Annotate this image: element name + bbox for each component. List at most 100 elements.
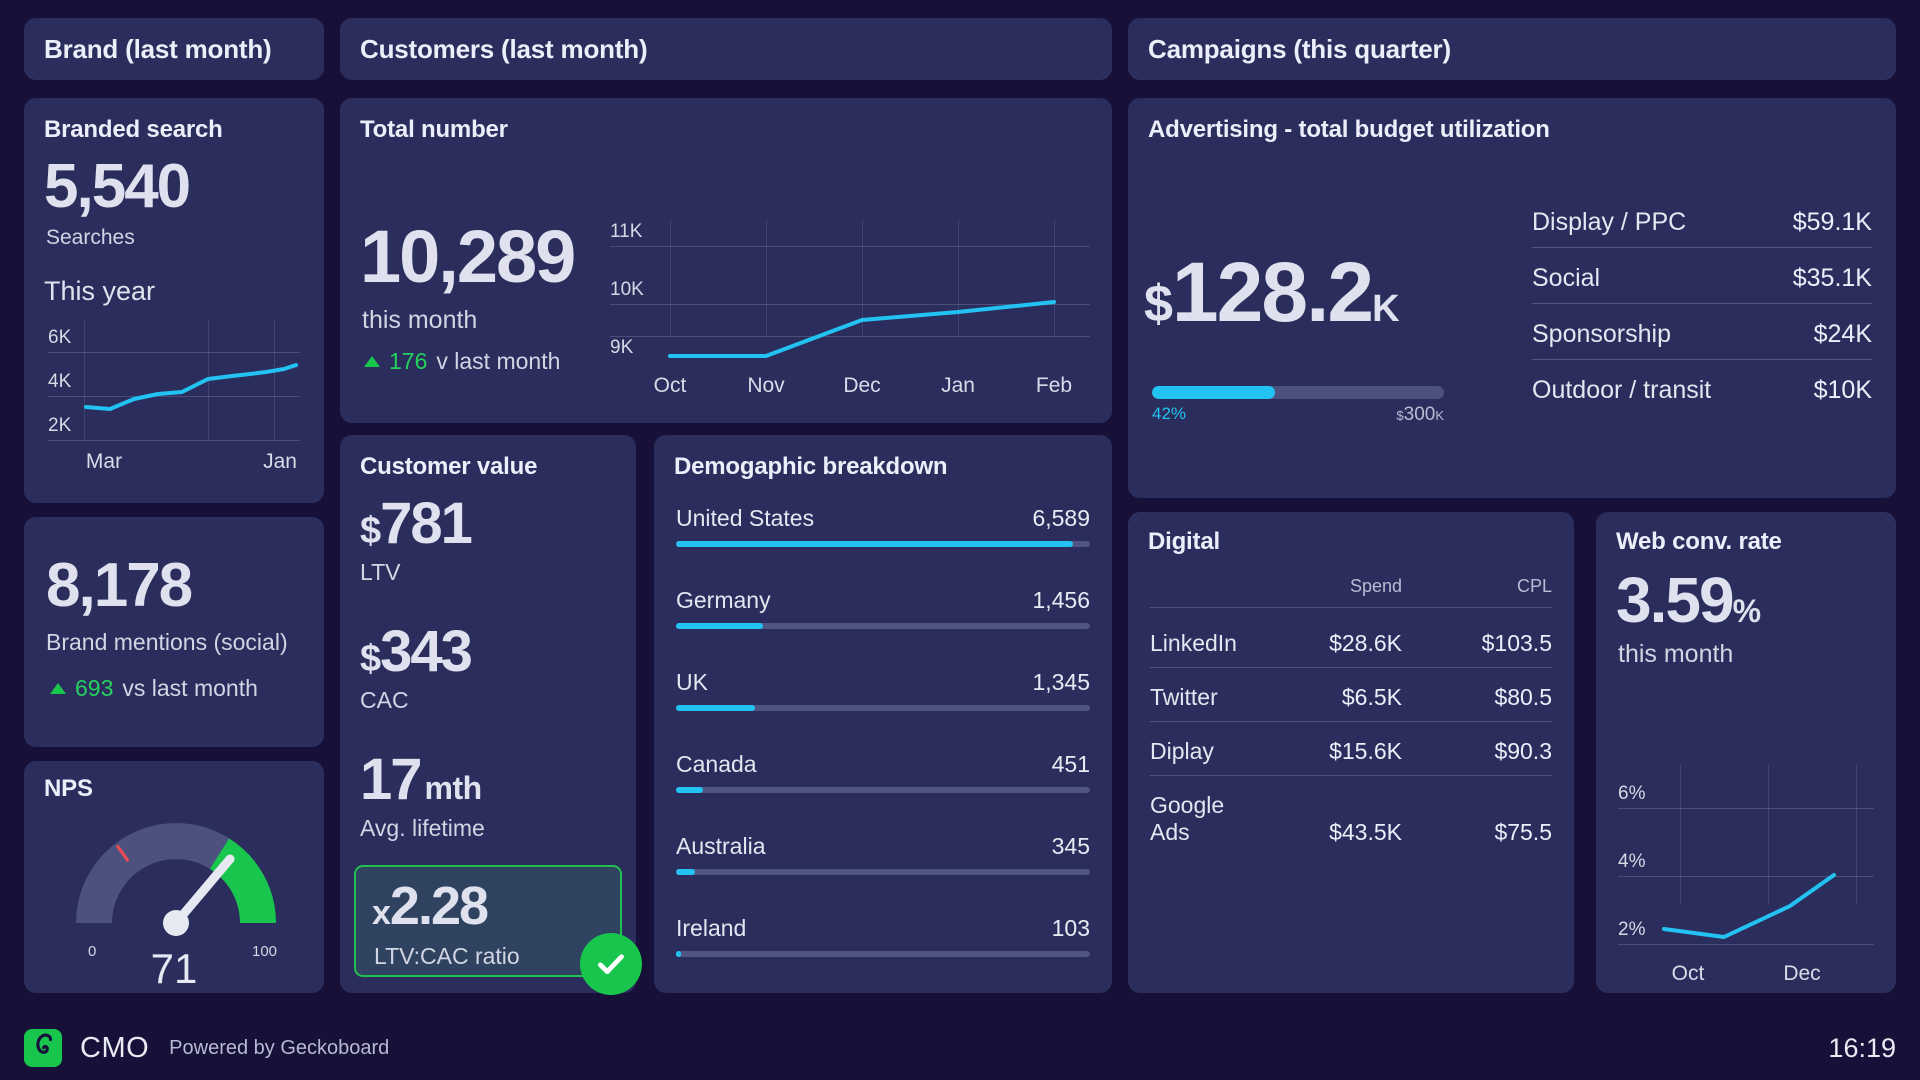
list-item: Ireland 103 — [676, 915, 1090, 957]
widget-web-conv-rate[interactable]: Web conv. rate 3.59 % this month 6% 4% 2… — [1596, 512, 1896, 993]
xlabel-oct: Oct — [1671, 962, 1705, 985]
digital-spend: $6.5K — [1341, 684, 1402, 710]
xlabel-mar: Mar — [85, 450, 123, 473]
digital-cpl: $103.5 — [1481, 630, 1552, 656]
web-conv-line-chart: 6% 4% 2% — [1618, 764, 1874, 945]
demographic-value: 451 — [1051, 751, 1090, 777]
budget-amount: 300 — [1403, 404, 1436, 425]
demographic-bar — [676, 623, 1090, 629]
metric-avg-lifetime: 17 mth Avg. lifetime — [360, 751, 485, 842]
metric-avg-lifetime-value: 17 — [360, 747, 422, 812]
section-title-brand: Brand (last month) — [44, 33, 272, 64]
metric-avg-lifetime-label: Avg. lifetime — [360, 815, 485, 841]
budget-unit: K — [1435, 408, 1444, 423]
demographic-bar — [676, 541, 1090, 547]
demographic-bar — [676, 869, 1090, 875]
metric-cac-label: CAC — [360, 687, 409, 713]
total-number-title: Total number — [360, 116, 508, 143]
xlabel-oct: Oct — [653, 374, 687, 397]
demographic-label: Canada — [676, 751, 757, 777]
branded-search-title: Branded search — [44, 116, 223, 143]
brand-mentions-label: Brand mentions (social) — [46, 629, 288, 655]
brand-mentions-delta-text: vs last month — [122, 675, 258, 701]
customer-value-title: Customer value — [360, 453, 538, 480]
digital-channel: Google Ads — [1150, 792, 1225, 845]
demographic-value: 1,345 — [1032, 669, 1090, 695]
advertising-row-label: Social — [1532, 264, 1601, 292]
xlabel-dec: Dec — [843, 374, 881, 397]
total-number-delta-value: 176 — [389, 348, 428, 374]
brand-mentions-value: 8,178 — [46, 551, 193, 620]
xlabel-feb: Feb — [1035, 374, 1073, 397]
digital-table-header: Spend CPL — [1150, 576, 1552, 608]
demographic-bar — [676, 951, 1090, 957]
section-header-brand: Brand (last month) — [24, 18, 324, 80]
digital-cpl: $90.3 — [1494, 738, 1552, 764]
digital-col-spend: Spend — [1349, 576, 1402, 596]
ratio-value: 2.28 — [389, 876, 489, 936]
demographic-value: 1,456 — [1032, 587, 1090, 613]
advertising-row-value: $59.1K — [1792, 208, 1872, 236]
web-conv-value-row: 3.59 % — [1616, 568, 1761, 632]
demographic-label: Ireland — [676, 915, 747, 941]
nps-title: NPS — [44, 775, 93, 802]
section-header-customers: Customers (last month) — [340, 18, 1112, 80]
list-item: Australia 345 — [676, 833, 1090, 875]
total-number-label: this month — [362, 306, 478, 334]
table-row: Twitter $6.5K $80.5 — [1150, 684, 1552, 722]
digital-spend: $15.6K — [1329, 738, 1402, 764]
branded-search-value: 5,540 — [44, 152, 191, 221]
widget-digital[interactable]: Digital Spend CPL LinkedIn $28.6K $103.5… — [1128, 512, 1574, 993]
metric-ltv-cac-ratio[interactable]: x 2.28 LTV:CAC ratio — [354, 865, 642, 995]
table-row: Google Ads $43.5K $75.5 — [1150, 792, 1552, 856]
arrow-up-icon — [364, 356, 380, 367]
total-number-value: 10,289 — [360, 215, 576, 298]
geckoboard-logo-icon — [24, 1029, 62, 1067]
advertising-progress-label: 42% — [1152, 404, 1187, 423]
advertising-progress-fill — [1152, 386, 1275, 399]
powered-by-label: Powered by Geckoboard — [169, 1036, 390, 1059]
list-item: UK 1,345 — [676, 669, 1090, 711]
metric-ltv-prefix: $ — [360, 510, 381, 552]
widget-total-number[interactable]: Total number 10,289 this month 176 v las… — [340, 98, 1112, 423]
demographic-bar — [676, 787, 1090, 793]
advertising-unit: K — [1372, 288, 1400, 330]
advertising-amount: 128.2 — [1171, 245, 1374, 339]
digital-title: Digital — [1148, 528, 1220, 555]
advertising-row-label: Display / PPC — [1532, 208, 1687, 236]
total-number-delta-text: v last month — [436, 348, 561, 374]
metric-ltv-label: LTV — [360, 559, 401, 585]
metric-ltv-value: 781 — [380, 491, 473, 556]
total-number-delta: 176 v last month — [364, 348, 560, 375]
demographic-label: Germany — [676, 587, 771, 613]
advertising-row: Outdoor / transit $10K — [1532, 376, 1872, 415]
widget-demographic-breakdown[interactable]: Demogaphic breakdown United States 6,589… — [654, 435, 1112, 993]
xlabel-jan: Jan — [263, 450, 297, 473]
advertising-row: Display / PPC $59.1K — [1532, 208, 1872, 248]
widget-brand-mentions[interactable]: 8,178 Brand mentions (social) 693 vs las… — [24, 517, 324, 747]
digital-channel: Diplay — [1150, 738, 1214, 764]
xlabel-nov: Nov — [747, 374, 785, 397]
digital-cpl: $80.5 — [1494, 684, 1552, 710]
ratio-label: LTV:CAC ratio — [374, 943, 520, 969]
advertising-row-label: Outdoor / transit — [1532, 376, 1712, 404]
metric-ltv: $ 781 LTV — [360, 491, 473, 586]
advertising-row: Social $35.1K — [1532, 264, 1872, 304]
widget-nps[interactable]: NPS 0 100 71 — [24, 761, 324, 993]
list-item: United States 6,589 — [676, 505, 1090, 547]
table-row: Diplay $15.6K $90.3 — [1150, 738, 1552, 776]
demographic-label: Australia — [676, 833, 766, 859]
dashboard-brand-name: CMO — [80, 1031, 150, 1064]
advertising-row-value: $24K — [1813, 320, 1872, 348]
demographic-value: 345 — [1051, 833, 1090, 859]
arrow-up-icon — [50, 683, 66, 694]
digital-channel: Twitter — [1150, 684, 1218, 710]
web-conv-title: Web conv. rate — [1616, 528, 1782, 555]
status-good-check-icon — [580, 933, 642, 995]
widget-branded-search[interactable]: Branded search 5,540 Searches This year … — [24, 98, 324, 503]
widget-customer-value[interactable]: Customer value $ 781 LTV $ 343 CAC 17 mt… — [340, 435, 642, 995]
demographic-label: UK — [676, 669, 708, 695]
branded-search-label: Searches — [46, 226, 135, 249]
widget-advertising[interactable]: Advertising - total budget utilization $… — [1128, 98, 1896, 498]
web-conv-value: 3.59 — [1616, 564, 1735, 636]
